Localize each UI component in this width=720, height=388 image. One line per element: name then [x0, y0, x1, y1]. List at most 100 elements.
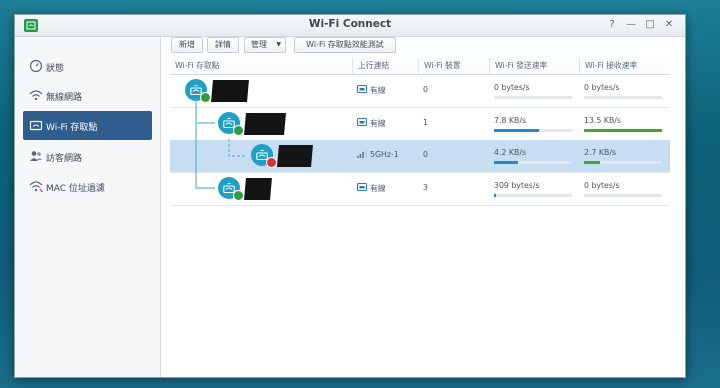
- redacted-device-name: [277, 145, 313, 167]
- access-point-node-icon: [218, 111, 244, 136]
- error-badge-icon: [266, 157, 277, 168]
- uplink-label: 5GHz-1: [370, 150, 399, 159]
- send-rate-cell: 0 bytes/s: [489, 75, 579, 107]
- send-rate-value: 4.2 KB/s: [494, 148, 527, 157]
- send-rate-value: 309 bytes/s: [494, 180, 540, 190]
- send-rate-value: 7.8 KB/s: [494, 115, 527, 125]
- check-badge-icon: [233, 189, 244, 201]
- recv-rate-cell: 13.5 KB/s: [579, 108, 670, 140]
- device-count: 0: [423, 150, 428, 159]
- uplink-label: 有線: [370, 183, 386, 193]
- send-rate-cell: 309 bytes/s: [489, 173, 579, 205]
- access-point-cell: [170, 108, 352, 140]
- send-rate-bar: [494, 161, 572, 164]
- redacted-device-name: [244, 112, 286, 135]
- sidebar: 狀態 無線網路 Wi-Fi 存取點 訪客網路 MAC 位址過濾: [15, 37, 161, 377]
- recv-rate-cell: 0 bytes/s: [579, 173, 670, 205]
- uplink-label: 有線: [370, 86, 386, 95]
- send-rate-bar: [494, 128, 572, 132]
- access-point-node-icon: [185, 79, 211, 103]
- recv-rate-value: 2.7 KB/s: [584, 148, 617, 157]
- access-point-icon: [29, 118, 43, 132]
- ap-performance-test-button[interactable]: Wi-Fi 存取點效能測試: [294, 37, 396, 53]
- devices-cell: 1: [418, 108, 489, 140]
- access-point-node-icon: [251, 144, 277, 168]
- uplink-label: 有線: [370, 118, 386, 128]
- manage-button[interactable]: 管理 ▼: [244, 37, 286, 53]
- caret-down-icon: ▼: [276, 41, 281, 48]
- uplink-cell: 5GHz-1: [352, 140, 418, 172]
- check-badge-icon: [233, 124, 244, 136]
- send-rate-cell: 7.8 KB/s: [489, 108, 579, 140]
- rate-bar-fill: [494, 161, 518, 164]
- uplink-cell: 有線: [352, 173, 418, 205]
- recv-rate-value: 13.5 KB/s: [584, 115, 621, 125]
- send-rate-cell: 4.2 KB/s: [489, 140, 579, 172]
- access-point-cell: [170, 173, 352, 205]
- wifi-icon: [29, 88, 43, 102]
- sidebar-item-wifi-access-point[interactable]: Wi-Fi 存取點: [23, 111, 152, 140]
- title-bar: Wi-Fi Connect ? — □ ✕: [15, 15, 685, 37]
- column-header-access-point[interactable]: Wi-Fi 存取點: [170, 58, 352, 74]
- window-title: Wi-Fi Connect: [308, 18, 392, 30]
- sidebar-item-label: 訪客網路: [46, 154, 83, 164]
- sidebar-item-wireless[interactable]: 無線網路: [23, 81, 152, 110]
- minimize-button[interactable]: —: [623, 17, 639, 33]
- gauge-icon: [29, 59, 43, 73]
- sidebar-item-status[interactable]: 狀態: [23, 52, 152, 81]
- signal-icon: [357, 150, 367, 160]
- redacted-device-name: [211, 80, 249, 102]
- help-button[interactable]: ?: [604, 17, 620, 33]
- send-rate-value: 0 bytes/s: [494, 83, 530, 92]
- sidebar-item-guest[interactable]: 訪客網路: [23, 142, 152, 171]
- sidebar-item-mac-filter[interactable]: MAC 位址過濾: [23, 172, 152, 201]
- table-row[interactable]: 5GHz-1 0 4.2 KB/s 2.7 KB/s: [170, 140, 670, 173]
- details-button[interactable]: 詳情: [207, 37, 239, 53]
- column-header-devices[interactable]: Wi-Fi 裝置: [418, 58, 489, 74]
- table-header: Wi-Fi 存取點 上行連結 Wi-Fi 裝置 Wi-Fi 發送速率 Wi-Fi…: [170, 58, 670, 75]
- recv-rate-bar: [584, 96, 662, 99]
- uplink-cell: 有線: [352, 108, 418, 140]
- table-row[interactable]: 有線 3 309 bytes/s 0 bytes/s: [170, 172, 670, 206]
- redacted-device-name: [244, 177, 272, 200]
- rate-bar-fill: [494, 128, 539, 132]
- table-row[interactable]: 有線 0 0 bytes/s 0 bytes/s: [170, 75, 670, 108]
- recv-rate-bar: [584, 193, 662, 197]
- close-button[interactable]: ✕: [661, 17, 677, 33]
- recv-rate-cell: 0 bytes/s: [579, 75, 670, 107]
- recv-rate-bar: [584, 128, 662, 132]
- sidebar-item-label: 狀態: [46, 64, 65, 74]
- devices-cell: 3: [418, 173, 489, 205]
- send-rate-bar: [494, 193, 572, 197]
- wifi-filter-icon: [29, 179, 43, 193]
- recv-rate-value: 0 bytes/s: [584, 180, 620, 190]
- access-point-cell: [170, 75, 352, 107]
- rate-bar-fill: [494, 193, 496, 197]
- manage-button-label: 管理: [251, 40, 267, 49]
- access-point-node-icon: [218, 176, 244, 201]
- sidebar-item-label: MAC 位址過濾: [46, 184, 105, 194]
- recv-rate-cell: 2.7 KB/s: [579, 140, 670, 172]
- sidebar-item-label: Wi-Fi 存取點: [46, 123, 98, 133]
- column-header-send-rate[interactable]: Wi-Fi 發送速率: [489, 58, 579, 74]
- maximize-button[interactable]: □: [642, 17, 658, 33]
- access-point-table: Wi-Fi 存取點 上行連結 Wi-Fi 裝置 Wi-Fi 發送速率 Wi-Fi…: [170, 58, 685, 208]
- send-rate-bar: [494, 96, 572, 99]
- check-badge-icon: [200, 92, 211, 103]
- device-count: 1: [423, 117, 428, 127]
- table-row[interactable]: 有線 1 7.8 KB/s 13.5 KB/s: [170, 107, 670, 141]
- ethernet-icon: [357, 117, 367, 128]
- column-header-uplink[interactable]: 上行連結: [352, 58, 418, 74]
- sidebar-item-label: 無線網路: [46, 93, 83, 103]
- access-point-cell: [170, 140, 352, 172]
- rate-bar-fill: [584, 128, 662, 132]
- recv-rate-value: 0 bytes/s: [584, 83, 620, 92]
- device-count: 0: [423, 85, 428, 94]
- ethernet-icon: [357, 182, 367, 193]
- recv-rate-bar: [584, 161, 662, 164]
- devices-cell: 0: [418, 75, 489, 107]
- add-button[interactable]: 新增: [171, 37, 203, 53]
- devices-cell: 0: [418, 140, 489, 172]
- ethernet-icon: [357, 85, 367, 95]
- column-header-recv-rate[interactable]: Wi-Fi 接收速率: [579, 58, 670, 74]
